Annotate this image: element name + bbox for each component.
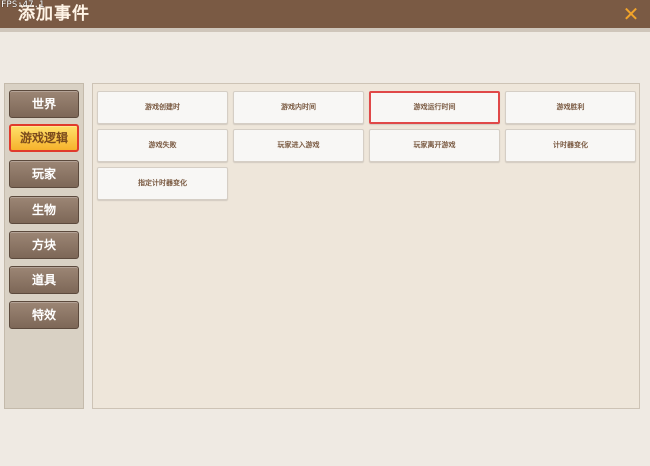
title-divider [0,28,650,32]
sidebar-item-effect[interactable]: 特效 [9,301,79,329]
category-sidebar: 世界 游戏逻辑 玩家 生物 方块 道具 特效 [4,83,84,409]
sidebar-item-game-logic[interactable]: 游戏逻辑 [9,124,79,152]
event-button-specific-timer-change[interactable]: 指定计时器变化 [97,167,228,200]
event-button-game-win[interactable]: 游戏胜利 [505,91,636,124]
sidebar-item-item[interactable]: 道具 [9,266,79,294]
sidebar-item-world[interactable]: 世界 [9,90,79,118]
fps-counter: FPS:47.1 [1,0,45,10]
event-button-game-created[interactable]: 游戏创建时 [97,91,228,124]
event-list-panel: 游戏创建时 游戏内时间 游戏运行时间 游戏胜利 游戏失败 玩家进入游戏 玩家离开… [92,83,640,409]
sidebar-item-player[interactable]: 玩家 [9,160,79,188]
event-button-timer-change[interactable]: 计时器变化 [505,129,636,162]
title-bar: 添加事件 ✕ [0,0,650,28]
add-event-window: 添加事件 ✕ FPS:47.1 世界 游戏逻辑 玩家 生物 方块 道具 特效 游… [0,0,650,466]
sidebar-item-block[interactable]: 方块 [9,231,79,259]
event-button-game-runtime[interactable]: 游戏运行时间 [369,91,500,124]
event-button-game-fail[interactable]: 游戏失败 [97,129,228,162]
event-button-player-leave[interactable]: 玩家离开游戏 [369,129,500,162]
close-icon[interactable]: ✕ [620,3,642,25]
event-button-game-time[interactable]: 游戏内时间 [233,91,364,124]
event-button-player-join[interactable]: 玩家进入游戏 [233,129,364,162]
sidebar-item-creature[interactable]: 生物 [9,196,79,224]
